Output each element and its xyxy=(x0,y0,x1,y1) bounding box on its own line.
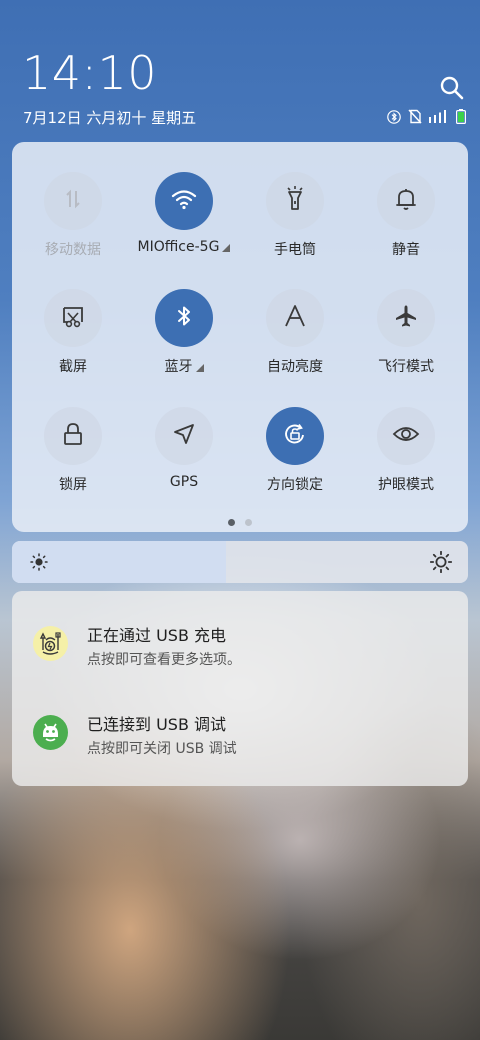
page-indicator xyxy=(228,519,252,526)
tile-circle xyxy=(155,407,213,465)
tile-label: 截屏 xyxy=(59,359,87,375)
tile-lock-screen[interactable]: 锁屏 xyxy=(16,407,130,517)
tile-flashlight[interactable]: 手电筒 xyxy=(238,172,352,282)
tile-circle xyxy=(155,289,213,347)
tile-label: 蓝牙 xyxy=(127,356,241,376)
quick-settings-panel: 移动数据 MIOffice-5G 手电筒 静音 截屏 蓝牙 自动亮度 飞行模式 … xyxy=(12,142,468,532)
status-icons xyxy=(387,109,466,124)
gps-icon xyxy=(172,422,196,450)
flashlight-icon xyxy=(283,186,307,216)
tile-circle xyxy=(44,407,102,465)
tile-label: 手电筒 xyxy=(274,242,316,258)
tile-label: MIOffice-5G xyxy=(127,239,241,255)
lock-icon xyxy=(62,422,84,450)
search-icon[interactable] xyxy=(438,74,466,102)
tile-label: 护眼模式 xyxy=(378,477,434,493)
tile-label: 锁屏 xyxy=(59,477,87,493)
wifi-network-name: MIOffice-5G xyxy=(137,239,220,255)
tile-circle xyxy=(377,407,435,465)
tile-label: 静音 xyxy=(392,242,420,258)
tile-eye-comfort[interactable]: 护眼模式 xyxy=(349,407,463,517)
expand-triangle-icon xyxy=(222,244,231,252)
tile-label: 飞行模式 xyxy=(378,359,434,375)
tile-bluetooth[interactable]: 蓝牙 xyxy=(127,289,241,399)
page-dot[interactable] xyxy=(245,519,252,526)
auto-brightness-icon xyxy=(283,304,307,332)
brightness-low-icon xyxy=(30,553,48,575)
tile-airplane-mode[interactable]: 飞行模式 xyxy=(349,289,463,399)
wifi-icon xyxy=(171,188,197,214)
screenshot-icon xyxy=(60,304,86,332)
bluetooth-icon xyxy=(387,109,401,124)
brightness-slider[interactable] xyxy=(12,541,468,583)
bluetooth-icon xyxy=(174,304,194,332)
tile-mobile-data[interactable]: 移动数据 xyxy=(16,172,130,282)
clock-time: 14:10 xyxy=(22,46,158,100)
page-dot-active[interactable] xyxy=(228,519,235,526)
notification-title: 已连接到 USB 调试 xyxy=(87,715,227,734)
notification-title: 正在通过 USB 充电 xyxy=(87,626,227,645)
tile-gps[interactable]: GPS xyxy=(127,407,241,517)
bell-icon xyxy=(395,187,417,215)
usb-charging-icon xyxy=(33,626,68,661)
signal-icon xyxy=(429,110,449,123)
tile-label: 移动数据 xyxy=(45,242,101,258)
tile-circle xyxy=(266,289,324,347)
tile-circle xyxy=(377,172,435,230)
notification-subtitle: 点按即可关闭 USB 调试 xyxy=(87,741,237,757)
android-debug-icon xyxy=(33,715,68,750)
mobile-data-icon xyxy=(61,187,85,215)
tile-circle xyxy=(44,289,102,347)
tile-mute[interactable]: 静音 xyxy=(349,172,463,282)
status-header: 14:10 7月12日 六月初十 星期五 xyxy=(0,0,480,140)
airplane-icon xyxy=(394,304,418,332)
tile-circle xyxy=(266,172,324,230)
no-sim-icon xyxy=(408,109,422,124)
tile-wifi[interactable]: MIOffice-5G xyxy=(127,172,241,282)
tile-circle xyxy=(377,289,435,347)
rotation-lock-icon xyxy=(282,421,308,451)
date-text: 7月12日 六月初十 星期五 xyxy=(23,109,197,127)
tile-auto-brightness[interactable]: 自动亮度 xyxy=(238,289,352,399)
expand-triangle-icon xyxy=(195,364,204,372)
brightness-high-icon xyxy=(429,550,453,577)
notification-subtitle: 点按即可查看更多选项。 xyxy=(87,652,241,668)
tile-circle xyxy=(44,172,102,230)
tile-rotation-lock[interactable]: 方向锁定 xyxy=(238,407,352,517)
tile-label: GPS xyxy=(169,474,199,490)
battery-icon xyxy=(456,109,466,124)
tile-circle xyxy=(266,407,324,465)
notification-usb-debugging[interactable]: 已连接到 USB 调试 点按即可关闭 USB 调试 xyxy=(12,693,468,773)
bluetooth-label: 蓝牙 xyxy=(164,359,193,375)
tile-label: 自动亮度 xyxy=(267,359,323,375)
notification-panel: 正在通过 USB 充电 点按即可查看更多选项。 已连接到 USB 调试 点按即可… xyxy=(12,591,468,786)
notification-usb-charging[interactable]: 正在通过 USB 充电 点按即可查看更多选项。 xyxy=(12,604,468,684)
tile-circle xyxy=(155,172,213,230)
tile-screenshot[interactable]: 截屏 xyxy=(16,289,130,399)
eye-icon xyxy=(392,424,420,448)
tile-label: 方向锁定 xyxy=(267,477,323,493)
